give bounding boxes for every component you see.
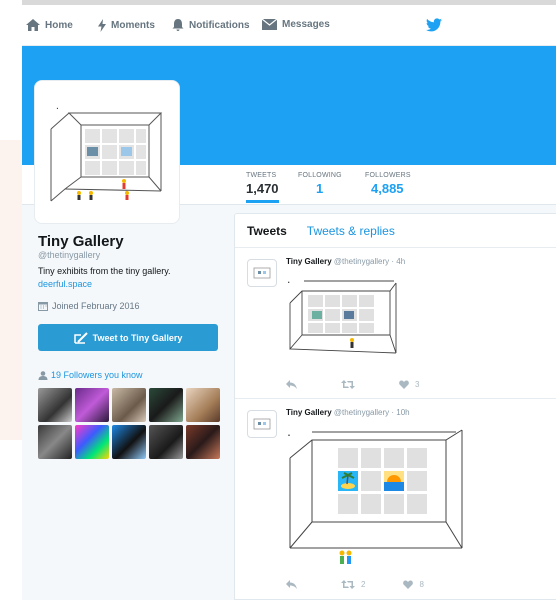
stat-tweets[interactable]: TWEETS 1,470 (246, 172, 279, 203)
tweet-author[interactable]: Tiny Gallery (286, 257, 332, 266)
nav-moments[interactable]: Moments (98, 19, 155, 32)
profile-handle[interactable]: @thetinygallery (38, 250, 100, 260)
stat-value: 4,885 (371, 181, 404, 196)
heart-icon (399, 380, 409, 389)
tweet-author[interactable]: Tiny Gallery (286, 408, 332, 417)
tweet-avatar[interactable] (247, 259, 277, 287)
top-navigation-bar: Home Moments Notifications Messages (22, 0, 556, 46)
gallery-ascii-art: . (286, 276, 397, 354)
gallery-room-art: . (50, 102, 163, 202)
follower-avatar[interactable] (112, 425, 146, 459)
like-count: 3 (415, 380, 420, 389)
follower-avatar[interactable] (38, 425, 72, 459)
like-count: 8 (419, 580, 424, 589)
timeline-tabs: Tweets Tweets & replies (235, 214, 556, 248)
gallery-ascii-art: . (286, 428, 463, 564)
reply-icon (286, 580, 297, 589)
bell-icon (172, 19, 184, 31)
like-action[interactable]: 3 (399, 380, 419, 389)
stat-value: 1 (316, 181, 324, 196)
stat-followers[interactable]: FOLLOWERS 4,885 (365, 172, 411, 196)
stat-following[interactable]: FOLLOWING 1 (298, 172, 342, 196)
follower-avatar[interactable] (149, 425, 183, 459)
retweet-icon (341, 380, 355, 389)
follower-avatar[interactable] (75, 388, 109, 422)
followers-grid (38, 388, 220, 459)
profile-joined: Joined February 2016 (38, 301, 140, 311)
stat-label: FOLLOWING (298, 172, 342, 179)
heart-icon (403, 580, 414, 589)
tweet[interactable]: Tiny Gallery @thetinygallery · 4h . 3 (235, 249, 556, 399)
tweet-to-label: Tweet to Tiny Gallery (92, 332, 183, 343)
nav-messages[interactable]: Messages (262, 19, 330, 30)
follower-avatar[interactable] (186, 425, 220, 459)
retweet-action[interactable] (341, 380, 361, 389)
tab-tweets-and-replies[interactable]: Tweets & replies (307, 224, 395, 238)
reply-action[interactable] (286, 580, 303, 589)
follower-avatar[interactable] (186, 388, 220, 422)
nav-home-label: Home (45, 19, 73, 31)
retweet-count: 2 (361, 580, 366, 589)
gallery-mini-icon (253, 418, 271, 430)
page-edge (0, 140, 22, 440)
stat-label: TWEETS (246, 172, 277, 179)
person-icon (38, 370, 48, 380)
followers-you-know-link[interactable]: 19 Followers you know (38, 370, 143, 380)
profile-name[interactable]: Tiny Gallery (38, 233, 124, 250)
profile-website-link[interactable]: deerful.space (38, 279, 92, 289)
calendar-icon (38, 302, 48, 311)
nav-moments-label: Moments (111, 20, 155, 31)
follower-avatar[interactable] (75, 425, 109, 459)
visitors-figure (339, 550, 352, 564)
follower-avatar[interactable] (38, 388, 72, 422)
tweet-actions: 3 (286, 380, 457, 389)
lightning-icon (98, 19, 106, 32)
nav-messages-label: Messages (282, 19, 330, 30)
reply-icon (286, 380, 297, 389)
followers-you-know-label: 19 Followers you know (51, 370, 143, 380)
like-action[interactable]: 8 (403, 580, 424, 589)
tab-tweets[interactable]: Tweets (247, 224, 287, 238)
retweet-icon (341, 580, 355, 589)
gallery-mini-icon (253, 267, 271, 279)
follower-avatar[interactable] (112, 388, 146, 422)
profile-bio: Tiny exhibits from the tiny gallery. (38, 266, 171, 276)
tweet-meta: @thetinygallery · 10h (333, 408, 410, 417)
nav-notifications[interactable]: Notifications (172, 19, 250, 31)
profile-joined-label: Joined February 2016 (52, 301, 140, 311)
tweet-actions: 2 8 (286, 580, 462, 589)
reply-action[interactable] (286, 380, 303, 389)
nav-home[interactable]: Home (26, 19, 73, 31)
twitter-bird-icon[interactable] (426, 18, 442, 32)
tweet-meta: @thetinygallery · 4h (333, 257, 406, 266)
svg-text:.: . (286, 428, 292, 439)
profile-avatar[interactable]: . (34, 80, 180, 224)
svg-text:.: . (55, 102, 60, 111)
tweet-avatar[interactable] (247, 410, 277, 438)
sunrise-picture (384, 471, 404, 491)
stat-label: FOLLOWERS (365, 172, 411, 179)
envelope-icon (262, 19, 277, 30)
tweet-header: Tiny Gallery @thetinygallery · 4h (286, 257, 405, 266)
tweet-header: Tiny Gallery @thetinygallery · 10h (286, 408, 410, 417)
compose-icon (73, 331, 88, 344)
tweets-timeline: Tweets Tweets & replies Tiny Gallery @th… (234, 213, 556, 600)
follower-avatar[interactable] (149, 388, 183, 422)
home-icon (26, 19, 40, 31)
nav-notifications-label: Notifications (189, 19, 250, 31)
retweet-action[interactable]: 2 (341, 580, 365, 589)
tweet[interactable]: Tiny Gallery @thetinygallery · 10h . 2 8 (235, 400, 556, 600)
tweet-to-button[interactable]: Tweet to Tiny Gallery (38, 324, 218, 351)
desert-island-picture (338, 471, 358, 491)
svg-text:.: . (286, 276, 291, 286)
stat-value: 1,470 (246, 181, 279, 196)
